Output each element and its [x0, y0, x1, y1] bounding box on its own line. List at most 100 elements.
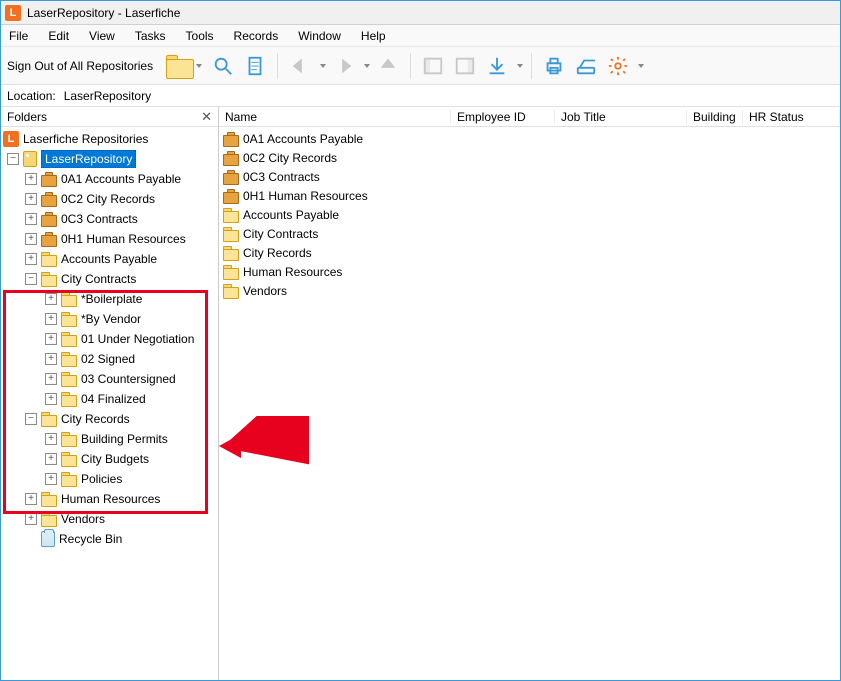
tree-item-label: Recycle Bin — [59, 532, 122, 546]
tree-item[interactable]: −City Records — [3, 409, 216, 429]
expand-icon[interactable]: + — [45, 333, 57, 345]
menu-file[interactable]: File — [5, 27, 32, 45]
expand-icon[interactable]: + — [45, 393, 57, 405]
folder-tree[interactable]: L Laserfiche Repositories − LaserReposit… — [1, 127, 218, 680]
list-item[interactable]: Accounts Payable — [223, 205, 836, 224]
expand-icon[interactable]: + — [45, 353, 57, 365]
list-item-label: Human Resources — [243, 265, 342, 279]
download-icon — [486, 55, 508, 77]
collapse-icon[interactable]: − — [25, 413, 37, 425]
pane-left-button[interactable] — [419, 52, 447, 80]
list-item[interactable]: 0C3 Contracts — [223, 167, 836, 186]
list-item[interactable]: City Records — [223, 243, 836, 262]
expand-icon[interactable]: + — [25, 493, 37, 505]
document-viewer-button[interactable] — [241, 52, 269, 80]
column-job-title[interactable]: Job Title — [555, 110, 687, 124]
folder-icon — [223, 284, 239, 298]
tree-recycle-bin[interactable]: Recycle Bin — [3, 529, 216, 549]
tree-item[interactable]: +01 Under Negotiation — [3, 329, 216, 349]
new-folder-button[interactable] — [163, 52, 205, 80]
folder-icon — [61, 432, 77, 446]
briefcase-icon — [41, 172, 57, 186]
tree-item[interactable]: +0C3 Contracts — [3, 209, 216, 229]
tree-item-label: Laserfiche Repositories — [23, 132, 148, 146]
tree-repo[interactable]: − LaserRepository — [3, 149, 216, 169]
tree-item[interactable]: +Building Permits — [3, 429, 216, 449]
list-item[interactable]: City Contracts — [223, 224, 836, 243]
chevron-down-icon[interactable] — [320, 64, 326, 68]
expand-icon[interactable]: + — [45, 373, 57, 385]
scan-button[interactable] — [572, 52, 600, 80]
list-body[interactable]: 0A1 Accounts Payable0C2 City Records0C3 … — [219, 127, 840, 680]
menu-edit[interactable]: Edit — [44, 27, 73, 45]
pane-icon — [454, 55, 476, 77]
back-button[interactable] — [286, 52, 314, 80]
expand-icon[interactable]: + — [25, 213, 37, 225]
expand-icon[interactable]: + — [25, 193, 37, 205]
chevron-down-icon[interactable] — [517, 64, 523, 68]
import-button[interactable] — [483, 52, 511, 80]
list-item[interactable]: 0H1 Human Resources — [223, 186, 836, 205]
tree-item[interactable]: + Policies — [3, 469, 216, 489]
menu-records[interactable]: Records — [230, 27, 283, 45]
expand-icon[interactable]: + — [45, 293, 57, 305]
tree-item-label: 0A1 Accounts Payable — [61, 172, 181, 186]
tree-item[interactable]: +0H1 Human Resources — [3, 229, 216, 249]
tree-item[interactable]: +02 Signed — [3, 349, 216, 369]
tree-item[interactable]: +*Boilerplate — [3, 289, 216, 309]
tree-item[interactable]: +04 Finalized — [3, 389, 216, 409]
tree-item[interactable]: +0C2 City Records — [3, 189, 216, 209]
tree-item[interactable]: −City Contracts — [3, 269, 216, 289]
list-item[interactable]: Human Resources — [223, 262, 836, 281]
tree-item[interactable]: +Vendors — [3, 509, 216, 529]
pane-right-button[interactable] — [451, 52, 479, 80]
collapse-icon[interactable]: − — [7, 153, 19, 165]
gear-icon — [607, 55, 629, 77]
menu-tasks[interactable]: Tasks — [131, 27, 170, 45]
folder-icon — [61, 312, 77, 326]
expand-icon[interactable]: + — [25, 233, 37, 245]
list-item[interactable]: 0A1 Accounts Payable — [223, 129, 836, 148]
column-name[interactable]: Name — [219, 110, 451, 124]
settings-button[interactable] — [604, 52, 632, 80]
menu-help[interactable]: Help — [357, 27, 390, 45]
expand-icon[interactable]: + — [45, 473, 57, 485]
folder-icon — [41, 412, 57, 426]
column-employee-id[interactable]: Employee ID — [451, 110, 555, 124]
arrow-up-icon — [377, 55, 399, 77]
menu-view[interactable]: View — [85, 27, 119, 45]
tree-item[interactable]: +City Budgets — [3, 449, 216, 469]
tree-item[interactable]: +Human Resources — [3, 489, 216, 509]
chevron-down-icon[interactable] — [364, 64, 370, 68]
location-input[interactable] — [62, 87, 834, 105]
column-building[interactable]: Building — [687, 110, 743, 124]
tree-item[interactable]: +0A1 Accounts Payable — [3, 169, 216, 189]
close-icon[interactable]: ✕ — [201, 109, 212, 125]
forward-button[interactable] — [330, 52, 358, 80]
tree-root[interactable]: L Laserfiche Repositories — [3, 129, 216, 149]
expand-icon[interactable]: + — [25, 173, 37, 185]
expand-icon[interactable]: + — [45, 433, 57, 445]
column-hr-status[interactable]: HR Status — [743, 110, 840, 124]
tree-item[interactable]: +03 Countersigned — [3, 369, 216, 389]
chevron-down-icon[interactable] — [638, 64, 644, 68]
up-button[interactable] — [374, 52, 402, 80]
pane-icon — [422, 55, 444, 77]
tree-item[interactable]: +Accounts Payable — [3, 249, 216, 269]
menu-window[interactable]: Window — [294, 27, 345, 45]
briefcase-icon — [41, 192, 57, 206]
collapse-icon[interactable]: − — [25, 273, 37, 285]
print-button[interactable] — [540, 52, 568, 80]
list-item[interactable]: Vendors — [223, 281, 836, 300]
tree-item-label: Policies — [81, 472, 122, 486]
menu-tools[interactable]: Tools — [182, 27, 218, 45]
expand-icon[interactable]: + — [25, 513, 37, 525]
tree-item[interactable]: +*By Vendor — [3, 309, 216, 329]
expand-icon[interactable]: + — [45, 453, 57, 465]
sign-out-button[interactable]: Sign Out of All Repositories — [7, 59, 153, 73]
tree-item-label: LaserRepository — [41, 150, 136, 168]
list-item[interactable]: 0C2 City Records — [223, 148, 836, 167]
expand-icon[interactable]: + — [25, 253, 37, 265]
search-button[interactable] — [209, 52, 237, 80]
expand-icon[interactable]: + — [45, 313, 57, 325]
